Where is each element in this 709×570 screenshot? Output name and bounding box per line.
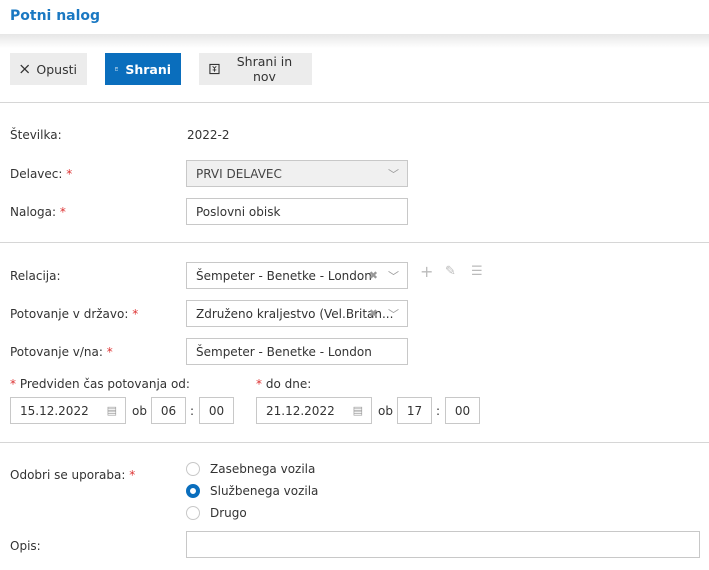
delavec-select[interactable]: PRVI DELAVEC ﹀: [186, 160, 408, 187]
stevilka-label: Številka:: [10, 128, 62, 142]
opis-input[interactable]: [186, 531, 700, 558]
save-new-label: Shrani in nov: [236, 54, 293, 84]
do-date-input[interactable]: 21.12.2022 ▤: [256, 397, 372, 424]
radio-drugo[interactable]: Drugo: [186, 506, 247, 520]
stevilka-value: 2022-2: [187, 128, 230, 142]
divider: [0, 102, 709, 103]
potovanje-vna-label: Potovanje v/na: *: [10, 345, 113, 359]
save-icon: [115, 67, 119, 71]
do-sep: :: [436, 404, 441, 418]
naloga-label: Naloga: *: [10, 205, 66, 219]
edit-icon[interactable]: ✎: [445, 264, 456, 279]
radio-sluzbenega-vozila[interactable]: Službenega vozila: [186, 484, 318, 498]
delavec-label: Delavec: *: [10, 167, 73, 181]
od-label: * Predviden čas potovanja od:: [10, 377, 190, 391]
relacija-select[interactable]: Šempeter - Benetke - London ✖ ﹀: [186, 262, 408, 289]
potovanje-vna-value: Šempeter - Benetke - London: [196, 344, 372, 359]
divider: [0, 242, 709, 243]
save-label: Shrani: [125, 61, 171, 77]
do-hour-input[interactable]: 17: [397, 397, 432, 424]
chevron-down-icon: ﹀: [388, 167, 399, 181]
opis-label: Opis:: [10, 539, 41, 553]
clear-icon[interactable]: ✖: [369, 269, 378, 282]
od-sep: :: [190, 404, 195, 418]
save-button[interactable]: Shrani: [105, 53, 181, 85]
drzava-select[interactable]: Združeno kraljestvo (Vel.Britan... ✖ ﹀: [186, 300, 408, 327]
od-date-value: 15.12.2022: [20, 403, 89, 418]
potovanje-vna-input[interactable]: Šempeter - Benetke - London: [186, 338, 408, 365]
list-icon[interactable]: ☰: [471, 264, 483, 279]
divider: [0, 442, 709, 443]
header-shadow: [0, 34, 709, 48]
naloga-input[interactable]: Poslovni obisk: [186, 198, 408, 225]
od-date-input[interactable]: 15.12.2022 ▤: [10, 397, 126, 424]
save-and-new-button[interactable]: Shrani in nov: [199, 53, 312, 85]
clear-icon[interactable]: ✖: [369, 307, 378, 320]
save-new-icon: [209, 63, 220, 75]
calendar-icon[interactable]: ▤: [107, 398, 117, 423]
page-title: Potni nalog: [10, 8, 101, 24]
add-icon[interactable]: +: [420, 262, 433, 281]
od-ob-label: ob: [132, 404, 147, 418]
delavec-value: PRVI DELAVEC: [196, 166, 282, 181]
do-label: * do dne:: [256, 377, 312, 391]
do-ob-label: ob: [378, 404, 393, 418]
close-icon: [20, 64, 30, 74]
cancel-button[interactable]: Opusti: [10, 53, 87, 85]
chevron-down-icon: ﹀: [388, 307, 399, 321]
relacija-value: Šempeter - Benetke - London: [196, 268, 372, 283]
do-date-value: 21.12.2022: [266, 403, 335, 418]
cancel-label: Opusti: [36, 61, 77, 77]
naloga-value: Poslovni obisk: [196, 204, 281, 219]
od-hour-input[interactable]: 06: [151, 397, 186, 424]
radio-zasebnega-vozila[interactable]: Zasebnega vozila: [186, 462, 315, 476]
od-minute-input[interactable]: 00: [199, 397, 234, 424]
calendar-icon[interactable]: ▤: [353, 398, 363, 423]
drzava-label: Potovanje v državo: *: [10, 307, 139, 321]
uporaba-label: Odobri se uporaba: *: [10, 468, 136, 482]
do-minute-input[interactable]: 00: [445, 397, 480, 424]
drzava-value: Združeno kraljestvo (Vel.Britan...: [196, 306, 394, 321]
chevron-down-icon: ﹀: [388, 269, 399, 283]
relacija-label: Relacija:: [10, 269, 61, 283]
